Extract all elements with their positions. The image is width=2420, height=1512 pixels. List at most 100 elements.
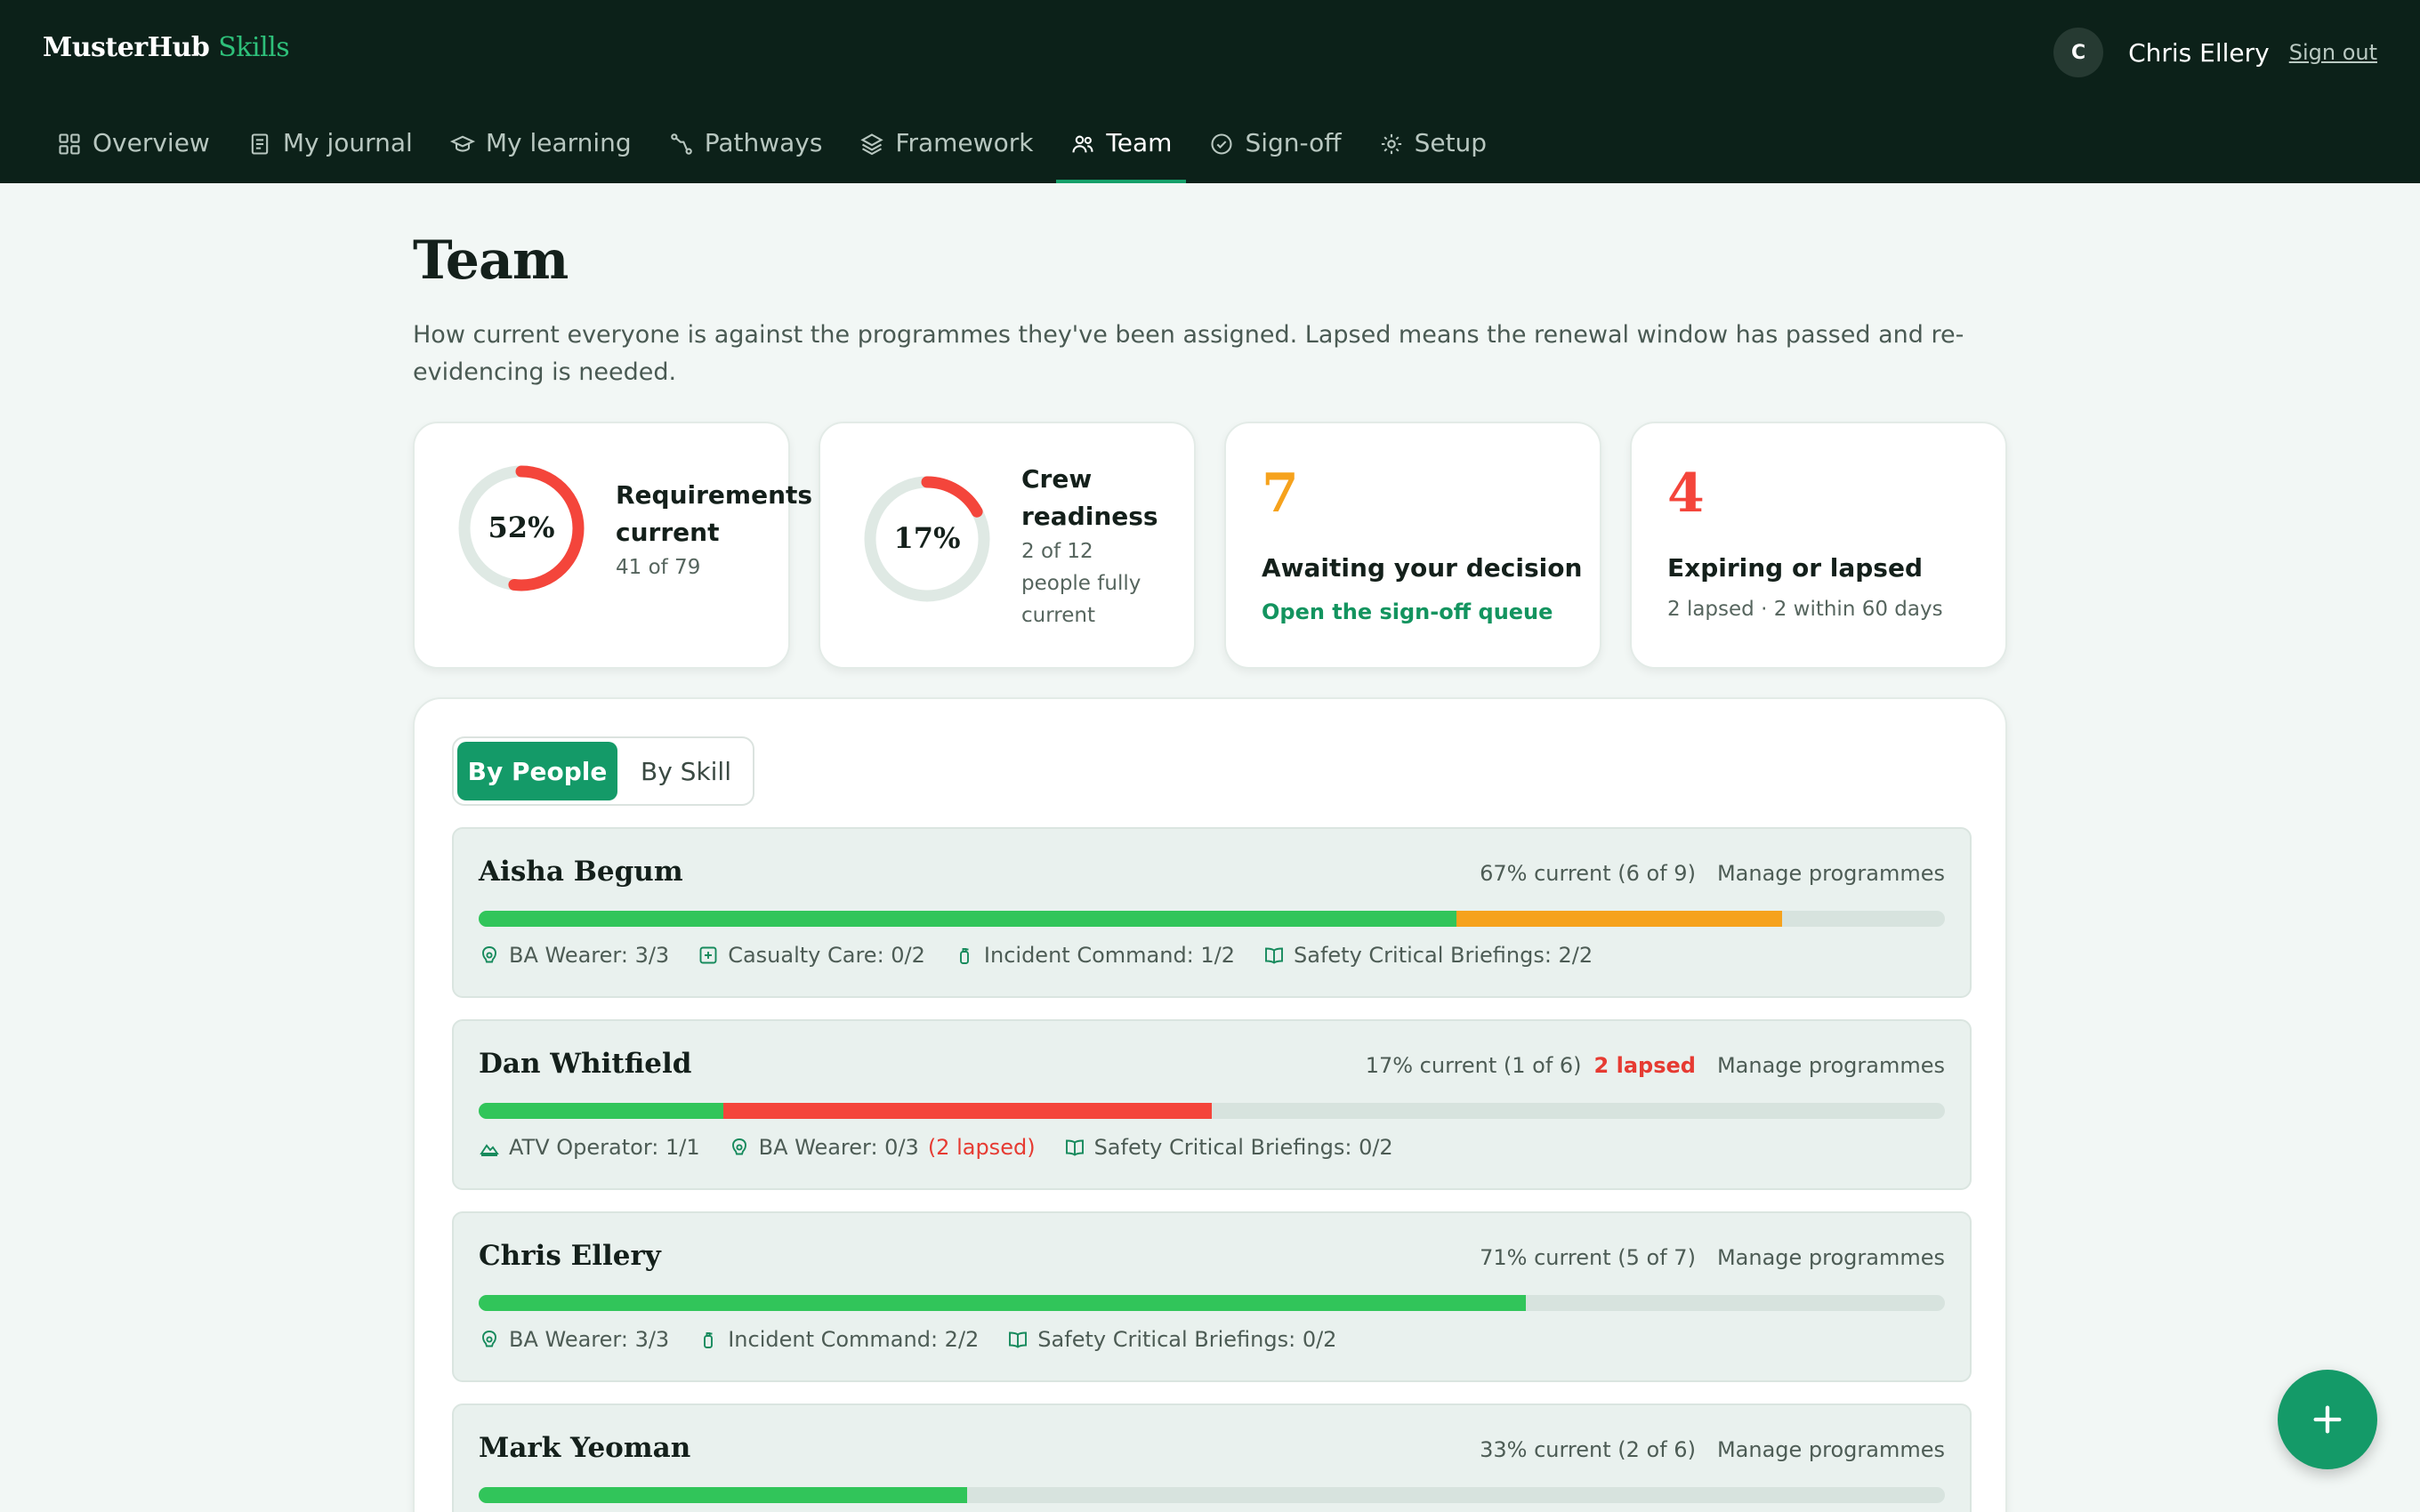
manage-programmes-link[interactable]: Manage programmes <box>1717 1053 1945 1078</box>
nav-item-setup[interactable]: Setup <box>1365 119 1502 183</box>
person-summary: 17% current (1 of 6) <box>1365 1053 1582 1078</box>
medical-plus-icon <box>699 946 717 964</box>
chip-label: Casualty Care: 0/2 <box>728 943 925 968</box>
progress-current-segment <box>479 1103 724 1119</box>
plus-icon <box>2313 1405 2342 1434</box>
nav-label: Sign-off <box>1245 128 1342 157</box>
sign-out-link[interactable]: Sign out <box>2289 40 2377 65</box>
chip-label: BA Wearer: 3/3 <box>509 943 670 968</box>
nav-label: Overview <box>93 128 210 157</box>
programme-chips: ATV Operator: 1/1 BA Wearer: 0/3 (2 laps… <box>479 1135 1422 1160</box>
person-card[interactable]: Dan Whitfield 17% current (1 of 6) 2 lap… <box>452 1019 1972 1190</box>
person-name: Chris Ellery <box>479 1240 661 1272</box>
mask-icon <box>731 1138 746 1155</box>
progress-current-segment <box>479 1487 967 1503</box>
chip-lapsed-note: (2 lapsed) <box>927 1135 1036 1160</box>
layers-icon <box>860 133 884 156</box>
chip-label: Safety Critical Briefings: 0/2 <box>1093 1135 1393 1160</box>
nav-label: Setup <box>1414 128 1488 157</box>
readiness-title-line1: Crew <box>1021 464 1093 494</box>
manage-programmes-link[interactable]: Manage programmes <box>1717 1245 1945 1270</box>
person-meta: 67% current (6 of 9) Manage programmes <box>1480 861 1945 886</box>
readiness-title-line2: readiness <box>1021 502 1158 531</box>
person-card[interactable]: Mark Yeoman 33% current (2 of 6) Manage … <box>452 1403 1972 1512</box>
awaiting-heading: Awaiting your decision <box>1262 553 1583 583</box>
programme-chip: BA Wearer: 0/3 (2 lapsed) <box>729 1135 1036 1160</box>
nav-item-pathways[interactable]: Pathways <box>655 119 837 183</box>
nav-item-sign-off[interactable]: Sign-off <box>1195 119 1355 183</box>
brand-accent: Skills <box>218 32 290 63</box>
progress-current-segment <box>479 911 1457 927</box>
person-meta: 71% current (5 of 7) Manage programmes <box>1480 1245 1945 1270</box>
users-icon <box>1072 135 1093 153</box>
brand-logo[interactable]: MusterHub Skills <box>43 32 290 63</box>
programme-chips: BA Wearer: 3/3 Casualty Care: 0/2 Incide… <box>479 943 1621 968</box>
readiness-percent: 17% <box>893 521 961 555</box>
programme-chip: Casualty Care: 0/2 <box>698 943 925 968</box>
chip-label: Safety Critical Briefings: 2/2 <box>1294 943 1593 968</box>
progress-bar <box>479 911 1945 927</box>
gear-icon <box>1381 133 1401 155</box>
person-meta: 33% current (2 of 6) Manage programmes <box>1480 1437 1945 1462</box>
journal-icon <box>251 133 269 155</box>
extinguisher-icon <box>959 948 969 964</box>
nav-label: My journal <box>282 128 413 157</box>
person-name: Dan Whitfield <box>479 1048 692 1080</box>
check-circle-icon <box>1211 133 1232 155</box>
grid-icon <box>59 133 80 155</box>
by-people-button[interactable]: By People <box>457 742 617 800</box>
page-description: How current everyone is against the prog… <box>413 321 1964 386</box>
expiring-count: 4 <box>1667 462 1705 525</box>
programme-chip: BA Wearer: 3/3 <box>479 1327 669 1352</box>
terrain-icon <box>480 1144 499 1156</box>
programme-chip: Safety Critical Briefings: 0/2 <box>1007 1327 1336 1352</box>
graduation-cap-icon <box>449 135 475 152</box>
book-icon <box>1065 1139 1084 1156</box>
user-menu: C Chris Ellery Sign out <box>2053 27 2377 78</box>
page-title: Team <box>413 229 569 292</box>
programme-chip: Incident Command: 2/2 <box>698 1327 979 1352</box>
nav-item-team[interactable]: Team <box>1056 119 1187 183</box>
avatar[interactable]: C <box>2053 28 2104 77</box>
lapsed-badge: 2 lapsed <box>1593 1053 1696 1078</box>
nav-item-framework[interactable]: Framework <box>845 119 1047 183</box>
by-skill-button[interactable]: By Skill <box>623 742 749 800</box>
person-card[interactable]: Aisha Begum 67% current (6 of 9) Manage … <box>452 827 1972 998</box>
chip-label: BA Wearer: 3/3 <box>509 1327 670 1352</box>
route-icon <box>670 133 692 155</box>
readiness-sub-line2: people fully <box>1021 572 1141 595</box>
requirements-text: Requirements current 41 of 79 <box>616 477 812 583</box>
expiring-heading: Expiring or lapsed <box>1667 553 1923 583</box>
sign-off-queue-link[interactable]: Open the sign-off queue <box>1262 599 1553 624</box>
programme-chip: Safety Critical Briefings: 2/2 <box>1263 943 1593 968</box>
person-summary: 33% current (2 of 6) <box>1480 1437 1696 1462</box>
programme-chip: BA Wearer: 3/3 <box>479 943 669 968</box>
chip-label: Safety Critical Briefings: 0/2 <box>1037 1327 1337 1352</box>
add-button[interactable] <box>2278 1370 2377 1469</box>
nav-item-my-journal[interactable]: My journal <box>233 119 427 183</box>
user-name: Chris Ellery <box>2128 37 2270 68</box>
awaiting-count: 7 <box>1262 462 1299 525</box>
person-summary: 71% current (5 of 7) <box>1480 1245 1696 1270</box>
person-card[interactable]: Chris Ellery 71% current (5 of 7) Manage… <box>452 1211 1972 1382</box>
manage-programmes-link[interactable]: Manage programmes <box>1717 1437 1945 1462</box>
person-name: Aisha Begum <box>479 856 683 888</box>
programme-chip: ATV Operator: 1/1 <box>479 1135 700 1160</box>
team-panel: By People By Skill Aisha Begum 67% curre… <box>413 697 2007 1512</box>
requirements-title-line1: Requirements <box>616 480 813 510</box>
chip-label: BA Wearer: 0/3 <box>758 1135 919 1160</box>
person-meta: 17% current (1 of 6) 2 lapsed Manage pro… <box>1366 1053 1945 1078</box>
nav-item-my-learning[interactable]: My learning <box>436 119 646 183</box>
nav-label: My learning <box>485 128 632 157</box>
nav-label: Pathways <box>704 128 823 157</box>
requirements-title-line2: current <box>616 518 720 547</box>
progress-current-segment <box>479 1295 1526 1311</box>
nav-label: Framework <box>895 128 1034 157</box>
chip-label: Incident Command: 2/2 <box>728 1327 980 1352</box>
nav-item-overview[interactable]: Overview <box>43 119 224 183</box>
programme-chips: BA Wearer: 3/3 Incident Command: 2/2 Saf… <box>479 1327 1365 1352</box>
manage-programmes-link[interactable]: Manage programmes <box>1717 861 1945 886</box>
main-nav: Overview My journal My learning Pathways… <box>43 119 1510 183</box>
mask-icon <box>482 1331 496 1347</box>
stat-card-readiness: 17% Crew readiness 2 of 12 people fully … <box>819 422 1196 669</box>
